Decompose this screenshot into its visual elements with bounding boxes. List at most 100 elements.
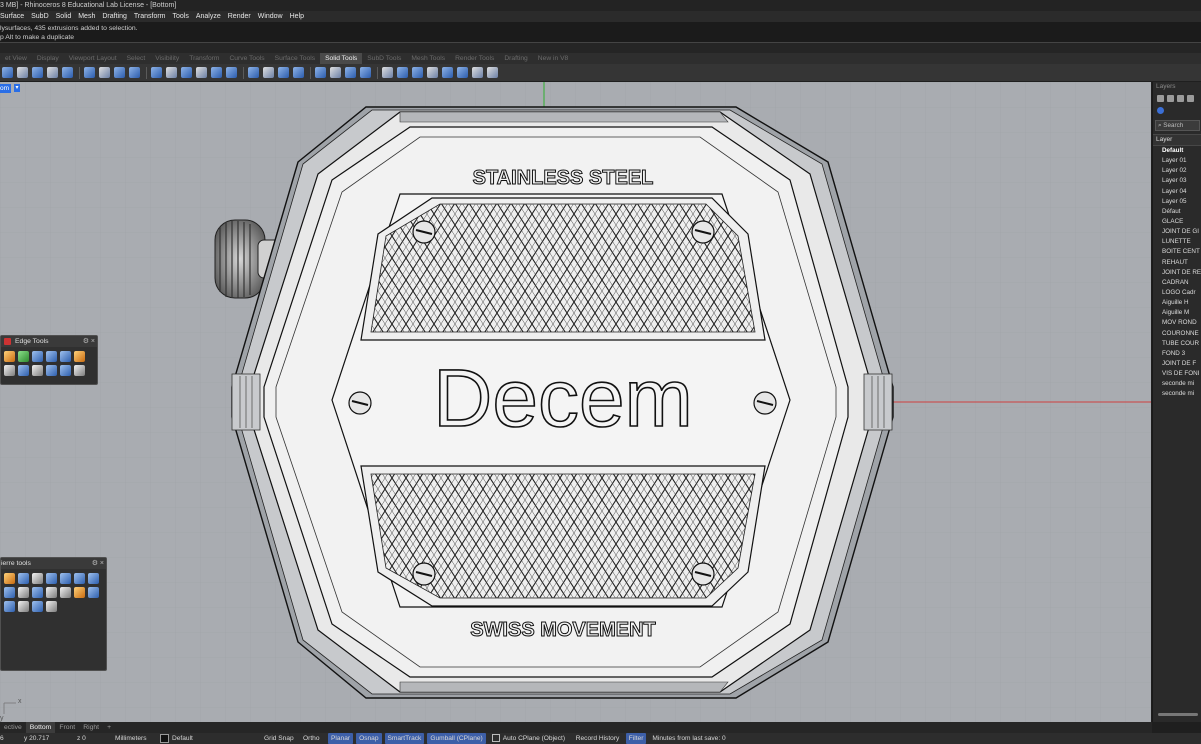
- layer-row[interactable]: Layer 01: [1153, 156, 1201, 166]
- solid-tool-icon[interactable]: [315, 67, 326, 78]
- layer-column-header[interactable]: Layer: [1153, 134, 1201, 146]
- edge-tool-icon[interactable]: [74, 365, 85, 376]
- edge-tool-icon[interactable]: [32, 365, 43, 376]
- auto-cplane-toggle[interactable]: Auto CPlane (Object): [491, 733, 576, 744]
- solid-tool-icon[interactable]: [278, 67, 289, 78]
- solid-tool-icon[interactable]: [181, 67, 192, 78]
- edge-tool-icon[interactable]: [18, 365, 29, 376]
- toolbar-tab-visibility[interactable]: Visibility: [150, 53, 184, 64]
- layer-row[interactable]: MOV ROND: [1153, 318, 1201, 328]
- osnap-toggle[interactable]: Osnap: [356, 733, 382, 744]
- layer-search-input[interactable]: ⌕ Search: [1155, 120, 1200, 131]
- menu-item-analyze[interactable]: Analyze: [196, 11, 221, 22]
- pierre-tools-panel[interactable]: ierre tools ⚙ ×: [0, 557, 107, 671]
- close-icon[interactable]: ×: [91, 336, 95, 347]
- solid-tool-icon[interactable]: [345, 67, 356, 78]
- layer-row[interactable]: LOGO Cadr: [1153, 288, 1201, 298]
- solid-tool-icon[interactable]: [472, 67, 483, 78]
- layer-row[interactable]: Layer 03: [1153, 176, 1201, 186]
- solid-tool-icon[interactable]: [382, 67, 393, 78]
- gumball-toggle[interactable]: Gumball (CPlane): [427, 733, 486, 744]
- solid-tool-icon[interactable]: [293, 67, 304, 78]
- pierre-tool-icon[interactable]: [32, 573, 43, 584]
- layer-row[interactable]: VIS DE FONI: [1153, 369, 1201, 379]
- viewport-tab-right[interactable]: Right: [79, 722, 103, 733]
- menu-item-transform[interactable]: Transform: [134, 11, 166, 22]
- layer-row[interactable]: TUBE COUR: [1153, 339, 1201, 349]
- layer-row[interactable]: JOINT DE RE: [1153, 268, 1201, 278]
- edge-tool-icon[interactable]: [60, 351, 71, 362]
- edge-tools-panel[interactable]: Edge Tools ⚙ ×: [0, 335, 98, 385]
- solid-tool-icon[interactable]: [114, 67, 125, 78]
- edge-tools-titlebar[interactable]: Edge Tools ⚙ ×: [1, 336, 97, 347]
- pierre-tool-icon[interactable]: [4, 573, 15, 584]
- solid-tool-icon[interactable]: [263, 67, 274, 78]
- solid-tool-icon[interactable]: [129, 67, 140, 78]
- viewport-tab-front[interactable]: Front: [55, 722, 79, 733]
- grid-snap-toggle[interactable]: Grid Snap: [264, 733, 303, 744]
- toolbar-tab-et-view[interactable]: et View: [0, 53, 32, 64]
- layer-row[interactable]: REHAUT: [1153, 258, 1201, 268]
- viewport-tab-bottom[interactable]: Bottom: [25, 722, 56, 733]
- menu-item-subd[interactable]: SubD: [31, 11, 49, 22]
- layers-horizontal-scrollbar[interactable]: [1158, 713, 1198, 716]
- pierre-tool-icon[interactable]: [18, 573, 29, 584]
- layer-row[interactable]: Layer 04: [1153, 187, 1201, 197]
- layer-row[interactable]: Défaut: [1153, 207, 1201, 217]
- edge-tool-icon[interactable]: [46, 351, 57, 362]
- layer-row[interactable]: Aiguille M: [1153, 308, 1201, 318]
- viewport-menu-chevron-icon[interactable]: ▾: [14, 84, 20, 92]
- solid-tool-icon[interactable]: [62, 67, 73, 78]
- command-prompt-input[interactable]: [0, 42, 1201, 53]
- layer-row[interactable]: FOND 3: [1153, 349, 1201, 359]
- solid-tool-icon[interactable]: [151, 67, 162, 78]
- toolbar-tab-display[interactable]: Display: [32, 53, 64, 64]
- pierre-tool-icon[interactable]: [46, 573, 57, 584]
- toolbar-tab-viewport-layout[interactable]: Viewport Layout: [64, 53, 122, 64]
- pierre-tool-icon[interactable]: [88, 573, 99, 584]
- edge-tool-icon[interactable]: [4, 365, 15, 376]
- planar-toggle[interactable]: Planar: [328, 733, 354, 744]
- menu-item-drafting[interactable]: Drafting: [102, 11, 127, 22]
- pierre-tool-icon[interactable]: [74, 573, 85, 584]
- smarttrack-toggle[interactable]: SmartTrack: [384, 733, 425, 744]
- toolbar-tab-render-tools[interactable]: Render Tools: [450, 53, 499, 64]
- pierre-tool-icon[interactable]: [46, 601, 57, 612]
- new-sublayer-icon[interactable]: [1167, 94, 1174, 102]
- pierre-tool-icon[interactable]: [60, 573, 71, 584]
- layer-row[interactable]: seconde mi: [1153, 379, 1201, 389]
- menu-item-help[interactable]: Help: [290, 11, 304, 22]
- menu-item-surface[interactable]: Surface: [0, 11, 24, 22]
- toolbar-tab-new-in-v8[interactable]: New in V8: [533, 53, 573, 64]
- pierre-tool-icon[interactable]: [46, 587, 57, 598]
- viewport-canvas[interactable]: STAINLESS STEEL Decem SWISS MOVEMENT x y: [0, 82, 1151, 722]
- pierre-tool-icon[interactable]: [32, 587, 43, 598]
- help-icon[interactable]: [1157, 106, 1164, 114]
- solid-tool-icon[interactable]: [360, 67, 371, 78]
- pierre-tool-icon[interactable]: [32, 601, 43, 612]
- layer-row[interactable]: JOINT DE F: [1153, 359, 1201, 369]
- status-units[interactable]: Millimeters: [115, 733, 160, 744]
- ortho-toggle[interactable]: Ortho: [303, 733, 328, 744]
- solid-tool-icon[interactable]: [248, 67, 259, 78]
- solid-tool-icon[interactable]: [427, 67, 438, 78]
- toolbar-tab-solid-tools[interactable]: Solid Tools: [320, 53, 363, 64]
- layer-row[interactable]: LUNETTE: [1153, 237, 1201, 247]
- new-layer-icon[interactable]: [1157, 94, 1164, 102]
- layer-row[interactable]: BOITE CENT: [1153, 247, 1201, 257]
- delete-layer-icon[interactable]: [1177, 94, 1184, 102]
- solid-tool-icon[interactable]: [166, 67, 177, 78]
- edge-tool-icon[interactable]: [46, 365, 57, 376]
- solid-tool-icon[interactable]: [457, 67, 468, 78]
- gear-icon[interactable]: ⚙: [83, 336, 89, 347]
- layer-row[interactable]: Default: [1153, 146, 1201, 156]
- menu-item-render[interactable]: Render: [228, 11, 251, 22]
- status-layer[interactable]: Default: [160, 733, 264, 744]
- solid-tool-icon[interactable]: [196, 67, 207, 78]
- add-viewport-tab-button[interactable]: +: [103, 722, 115, 733]
- layer-row[interactable]: Layer 05: [1153, 197, 1201, 207]
- pierre-tool-icon[interactable]: [4, 587, 15, 598]
- layer-row[interactable]: COURONNE: [1153, 329, 1201, 339]
- edge-tool-icon[interactable]: [74, 351, 85, 362]
- solid-tool-icon[interactable]: [2, 67, 13, 78]
